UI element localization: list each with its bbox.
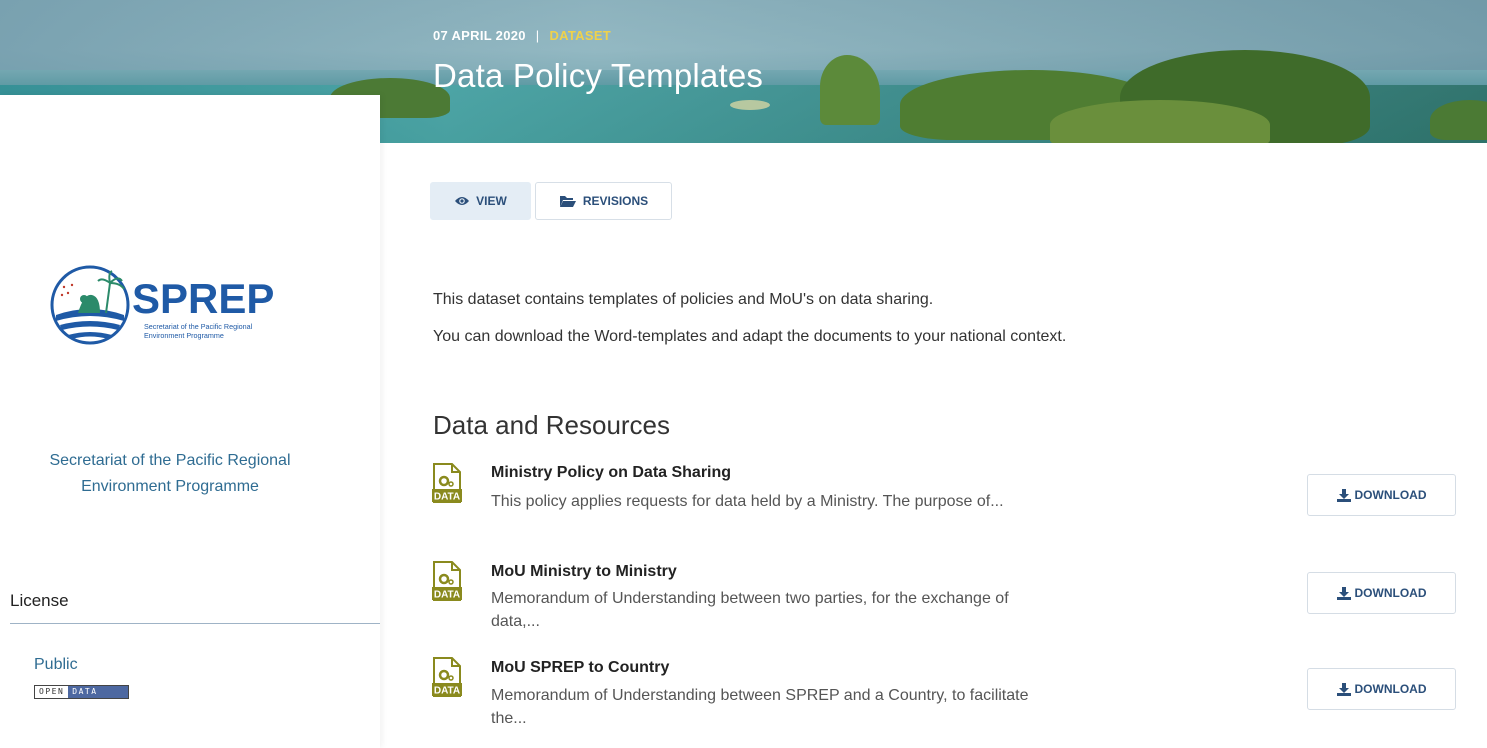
meta-separator: |: [535, 28, 540, 43]
sidebar: SPREP Secretariat of the Pacific Regiona…: [0, 95, 380, 748]
resource-desc-line: Memorandum of Understanding between SPRE…: [491, 687, 1029, 704]
resources-heading: Data and Resources: [433, 410, 671, 440]
data-file-icon: DATA: [432, 657, 462, 697]
tab-view[interactable]: VIEW: [430, 182, 531, 220]
resource-description: This policy applies requests for data he…: [491, 490, 1151, 513]
dataset-meta: 07 APRIL 2020 | DATASET: [433, 28, 611, 43]
download-button[interactable]: DOWNLOAD: [1307, 572, 1456, 614]
resource-desc-line: This policy applies requests for data he…: [491, 493, 1004, 510]
download-button[interactable]: DOWNLOAD: [1307, 668, 1456, 710]
banner-island: [730, 100, 770, 110]
resource-description: Memorandum of Understanding between SPRE…: [491, 684, 1151, 730]
open-data-badge[interactable]: OPEN DATA: [34, 685, 129, 699]
folder-open-icon: [559, 195, 576, 207]
organization-name[interactable]: Secretariat of the Pacific Regional Envi…: [0, 448, 340, 500]
badge-left: OPEN: [35, 686, 69, 698]
divider: [10, 623, 380, 624]
logo-subtitle: Secretariat of the Pacific Regional: [144, 322, 253, 331]
tab-revisions[interactable]: REVISIONS: [535, 182, 672, 220]
icon-label: DATA: [434, 590, 460, 601]
button-label: DOWNLOAD: [1354, 682, 1427, 696]
license-heading: License: [10, 591, 69, 610]
download-icon: [1336, 586, 1351, 600]
dataset-description: You can download the Word-templates and …: [433, 328, 1067, 345]
tab-label: REVISIONS: [582, 194, 649, 208]
data-file-icon: DATA: [432, 463, 462, 503]
button-label: DOWNLOAD: [1354, 488, 1427, 502]
resource-title[interactable]: MoU SPREP to Country: [491, 659, 669, 677]
org-name-line: Secretariat of the Pacific Regional: [49, 452, 291, 469]
logo-subtitle: Environment Programme: [144, 331, 224, 340]
resource-desc-line: Memorandum of Understanding between two …: [491, 590, 1009, 607]
download-icon: [1336, 488, 1351, 502]
logo-wordmark: SPREP: [132, 275, 274, 322]
resource-description: Memorandum of Understanding between two …: [491, 587, 1151, 633]
eye-icon: [455, 197, 470, 205]
data-file-icon: DATA: [432, 561, 462, 601]
resource-desc-line: data,...: [491, 613, 540, 630]
dataset-description: This dataset contains templates of polic…: [433, 291, 934, 308]
dataset-type: DATASET: [549, 28, 612, 43]
button-label: DOWNLOAD: [1354, 586, 1427, 600]
resource-desc-line: the...: [491, 710, 527, 727]
license-link[interactable]: Public: [34, 656, 78, 674]
download-icon: [1336, 682, 1351, 696]
badge-right: DATA: [68, 686, 128, 698]
download-button[interactable]: DOWNLOAD: [1307, 474, 1456, 516]
banner-island: [1050, 100, 1270, 143]
org-name-line: Environment Programme: [81, 478, 259, 495]
tab-label: VIEW: [476, 194, 507, 208]
page-title: Data Policy Templates: [433, 57, 764, 94]
icon-label: DATA: [434, 492, 460, 503]
resource-title[interactable]: MoU Ministry to Ministry: [491, 563, 677, 581]
resource-title[interactable]: Ministry Policy on Data Sharing: [491, 464, 731, 482]
sprep-logo[interactable]: SPREP Secretariat of the Pacific Regiona…: [48, 263, 288, 347]
dataset-date: 07 APRIL 2020: [433, 28, 526, 43]
icon-label: DATA: [434, 686, 460, 697]
